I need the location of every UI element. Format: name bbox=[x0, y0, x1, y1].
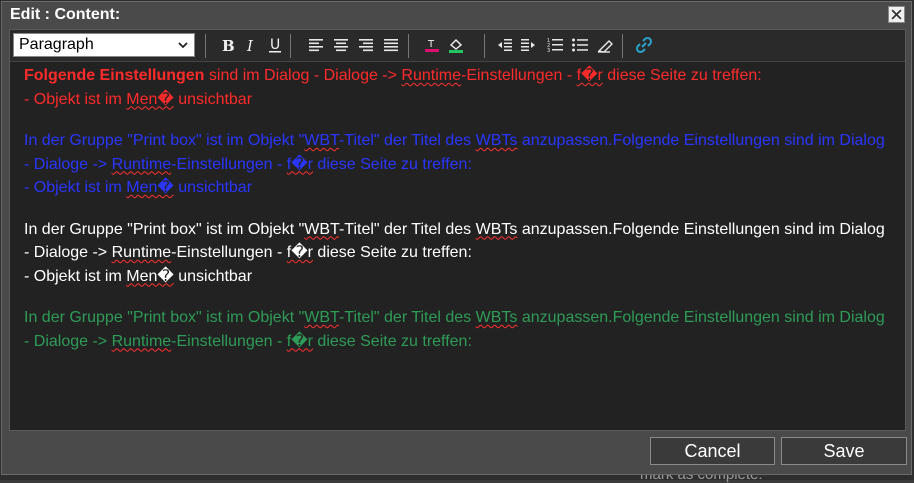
editor-content[interactable]: Folgende Einstellungen sind im Dialog - … bbox=[24, 64, 894, 371]
align-center-icon bbox=[334, 39, 348, 52]
misspelled-word: Men� bbox=[126, 179, 174, 196]
misspelled-word: WBT bbox=[304, 220, 339, 238]
align-left-icon bbox=[309, 39, 323, 52]
text-run: -Einstellungen - bbox=[171, 155, 287, 173]
ordered-list-button[interactable]: 123 bbox=[545, 35, 565, 55]
svg-text:T: T bbox=[427, 39, 435, 50]
misspelled-word: WBTs bbox=[475, 220, 518, 238]
text-run: diese Seite zu treffen: bbox=[312, 155, 472, 173]
text-run: -Titel" der Titel des bbox=[338, 132, 476, 149]
misspelled-word: Runtime bbox=[111, 155, 172, 173]
link-button[interactable] bbox=[634, 35, 654, 55]
misspelled-word: Men� bbox=[126, 90, 174, 108]
text-run: sind im Dialog - Dialoge -> bbox=[204, 67, 402, 84]
text-run: -Titel" der Titel des bbox=[338, 309, 476, 326]
outdent-button[interactable] bbox=[495, 35, 515, 55]
save-button[interactable]: Save bbox=[781, 437, 907, 465]
misspelled-word: f�r bbox=[286, 332, 313, 350]
italic-icon: I bbox=[246, 37, 254, 54]
editor-toolbar: Paragraph B I U T 1 2 3 bbox=[10, 30, 905, 62]
svg-text:3: 3 bbox=[547, 48, 550, 54]
misspelled-word: f�r bbox=[286, 155, 313, 173]
chevron-down-icon bbox=[178, 42, 188, 49]
text-run: - Objekt ist im bbox=[24, 267, 127, 285]
underline-button[interactable]: U bbox=[265, 35, 285, 55]
text-run: In der Gruppe "Print box" ist im Objekt … bbox=[24, 220, 305, 238]
text-run: In der Gruppe "Print box" ist im Objekt … bbox=[24, 309, 305, 326]
paragraph-red: Folgende Einstellungen sind im Dialog - … bbox=[24, 64, 894, 111]
underline-icon: U bbox=[269, 37, 281, 53]
text-color-button[interactable]: T bbox=[422, 35, 442, 55]
text-run: unsichtbar bbox=[173, 267, 253, 285]
toolbar-separator bbox=[408, 34, 409, 58]
close-icon bbox=[891, 9, 902, 20]
misspelled-word: WBT bbox=[304, 309, 339, 326]
text-run: - Objekt ist im bbox=[24, 179, 127, 196]
svg-text:I: I bbox=[246, 37, 254, 54]
toolbar-separator bbox=[484, 34, 485, 58]
toolbar-separator bbox=[205, 34, 206, 58]
close-button[interactable] bbox=[888, 6, 905, 23]
edit-content-dialog: Edit : Content: Paragraph B I U T 1 2 3 … bbox=[1, 1, 912, 475]
align-center-button[interactable] bbox=[331, 35, 351, 55]
misspelled-word: Runtime bbox=[111, 332, 172, 350]
indent-icon bbox=[521, 39, 535, 51]
paint-bucket-icon bbox=[449, 39, 463, 53]
misspelled-word: WBT bbox=[304, 132, 339, 149]
text-run: -Titel" der Titel des bbox=[338, 220, 476, 238]
format-select-value: Paragraph bbox=[19, 36, 94, 53]
bold-text: Folgende Einstellungen bbox=[24, 67, 205, 84]
misspelled-word: Runtime bbox=[401, 67, 461, 84]
align-justify-button[interactable] bbox=[381, 35, 401, 55]
italic-button[interactable]: I bbox=[241, 35, 261, 55]
format-select[interactable]: Paragraph bbox=[13, 33, 195, 57]
misspelled-word: f�r bbox=[286, 244, 313, 261]
svg-text:B: B bbox=[222, 37, 235, 54]
ordered-list-icon: 123 bbox=[547, 38, 563, 54]
dialog-title: Edit : Content: bbox=[10, 6, 121, 23]
misspelled-word: Runtime bbox=[111, 244, 172, 261]
rich-text-editor: Paragraph B I U T 1 2 3 Folgende Einstel… bbox=[9, 29, 906, 431]
toolbar-separator bbox=[622, 34, 623, 58]
unordered-list-icon bbox=[572, 38, 588, 52]
paragraph-white: In der Gruppe "Print box" ist im Objekt … bbox=[24, 218, 894, 289]
text-run: diese Seite zu treffen: bbox=[602, 67, 762, 84]
link-icon bbox=[635, 36, 653, 54]
paragraph-green: In der Gruppe "Print box" ist im Objekt … bbox=[24, 306, 894, 353]
text-run: In der Gruppe "Print box" ist im Objekt … bbox=[24, 132, 305, 149]
bold-icon: B bbox=[222, 37, 235, 54]
text-run: diese Seite zu treffen: bbox=[312, 332, 472, 350]
outdent-icon bbox=[498, 39, 512, 51]
unordered-list-button[interactable] bbox=[570, 35, 590, 55]
text-run: -Einstellungen - bbox=[171, 332, 287, 350]
misspelled-word: Men� bbox=[126, 267, 174, 285]
text-run: -Einstellungen - bbox=[171, 244, 287, 261]
svg-text:U: U bbox=[270, 37, 280, 53]
text-run: unsichtbar bbox=[173, 90, 253, 108]
align-justify-icon bbox=[384, 39, 398, 52]
clear-format-button[interactable] bbox=[595, 35, 615, 55]
text-run: - Objekt ist im bbox=[24, 90, 127, 108]
misspelled-word: WBTs bbox=[475, 132, 518, 149]
dialog-titlebar[interactable]: Edit : Content: bbox=[2, 2, 911, 28]
text-run: -Einstellungen - bbox=[461, 67, 577, 84]
paragraph-blue: In der Gruppe "Print box" ist im Objekt … bbox=[24, 129, 894, 200]
align-right-icon bbox=[359, 39, 373, 52]
bold-button[interactable]: B bbox=[217, 35, 237, 55]
background-color-button[interactable] bbox=[446, 35, 466, 55]
toolbar-separator bbox=[290, 34, 291, 58]
misspelled-word: f�r bbox=[576, 67, 603, 84]
eraser-icon bbox=[597, 40, 613, 53]
text-run: unsichtbar bbox=[173, 179, 253, 196]
text-color-icon: T bbox=[425, 39, 439, 52]
cancel-button[interactable]: Cancel bbox=[650, 437, 775, 465]
align-right-button[interactable] bbox=[356, 35, 376, 55]
indent-button[interactable] bbox=[518, 35, 538, 55]
misspelled-word: WBTs bbox=[475, 309, 518, 326]
text-run: diese Seite zu treffen: bbox=[312, 244, 472, 261]
align-left-button[interactable] bbox=[306, 35, 326, 55]
